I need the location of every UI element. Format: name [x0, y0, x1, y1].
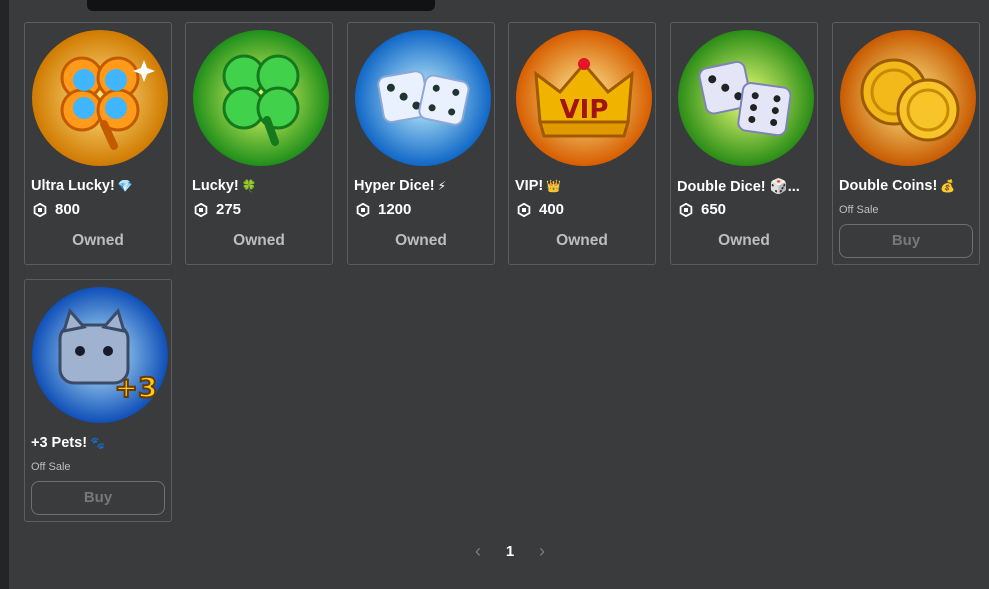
gamepass-name: Double Dice! 🎲...	[677, 179, 800, 195]
crown-icon: 👑	[546, 179, 562, 193]
chevron-left-icon[interactable]: ‹	[470, 541, 486, 562]
gamepass-card-double-coins[interactable]: Double Coins! 💰 Off Sale Buy	[832, 22, 980, 265]
left-panel-edge	[0, 0, 9, 589]
owned-label: Owned	[718, 232, 770, 249]
gamepass-name: Hyper Dice! ⚡	[354, 178, 447, 194]
page-number[interactable]: 1	[506, 543, 514, 560]
pagination: ‹ 1 ›	[470, 538, 550, 564]
gamepass-name: Lucky! 🍀	[192, 178, 257, 194]
owned-label: Owned	[233, 232, 285, 249]
svg-text:+3: +3	[115, 371, 158, 404]
money-bag-icon: 💰	[940, 179, 956, 193]
gamepass-card-double-dice[interactable]: Double Dice! 🎲... 650 Owned	[670, 22, 818, 265]
gamepass-price: 800	[33, 201, 80, 218]
gamepass-card-vip[interactable]: VIP VIP! 👑 400 Owned	[508, 22, 656, 265]
clover-icon: 🍀	[241, 179, 257, 193]
gamepass-card-ultra-lucky[interactable]: Ultra Lucky! 💎 800 Owned	[24, 22, 172, 265]
vip-thumbnail[interactable]: VIP	[516, 30, 652, 166]
robux-icon	[33, 202, 47, 217]
off-sale-label: Off Sale	[839, 204, 879, 216]
owned-label: Owned	[556, 232, 608, 249]
robux-icon	[194, 202, 208, 217]
gamepass-card-lucky[interactable]: Lucky! 🍀 275 Owned	[185, 22, 333, 265]
robux-icon	[517, 202, 531, 217]
gamepass-card-plus-3-pets[interactable]: +3 +3 Pets! 🐾 Off Sale Buy	[24, 279, 172, 522]
gamepass-name: Double Coins! 💰	[839, 178, 956, 194]
ultra-lucky-thumbnail[interactable]	[32, 30, 168, 166]
top-search-bar[interactable]	[87, 0, 435, 11]
off-sale-label: Off Sale	[31, 461, 71, 473]
hyper-dice-thumbnail[interactable]	[355, 30, 491, 166]
buy-button[interactable]: Buy	[31, 481, 165, 515]
double-dice-thumbnail[interactable]	[678, 30, 814, 166]
lightning-icon: ⚡	[437, 179, 447, 193]
owned-label: Owned	[395, 232, 447, 249]
gamepass-card-hyper-dice[interactable]: Hyper Dice! ⚡ 1200 Owned	[347, 22, 495, 265]
robux-icon	[679, 202, 693, 217]
gamepass-price: 650	[679, 201, 726, 218]
lucky-thumbnail[interactable]	[193, 30, 329, 166]
gamepass-name: Ultra Lucky! 💎	[31, 178, 133, 194]
chevron-right-icon[interactable]: ›	[534, 541, 550, 562]
gamepass-name: VIP! 👑	[515, 178, 562, 194]
double-coins-thumbnail[interactable]	[840, 30, 976, 166]
paw-icon: 🐾	[90, 436, 105, 450]
buy-button[interactable]: Buy	[839, 224, 973, 258]
gamepass-price: 1200	[356, 201, 411, 218]
gamepass-price: 400	[517, 201, 564, 218]
robux-icon	[356, 202, 370, 217]
gamepass-name: +3 Pets! 🐾	[31, 435, 105, 451]
owned-label: Owned	[72, 232, 124, 249]
diamond-icon: 💎	[117, 179, 133, 193]
plus-3-pets-thumbnail[interactable]: +3	[32, 287, 168, 423]
gamepass-price: 275	[194, 201, 241, 218]
svg-text:VIP: VIP	[560, 95, 609, 125]
